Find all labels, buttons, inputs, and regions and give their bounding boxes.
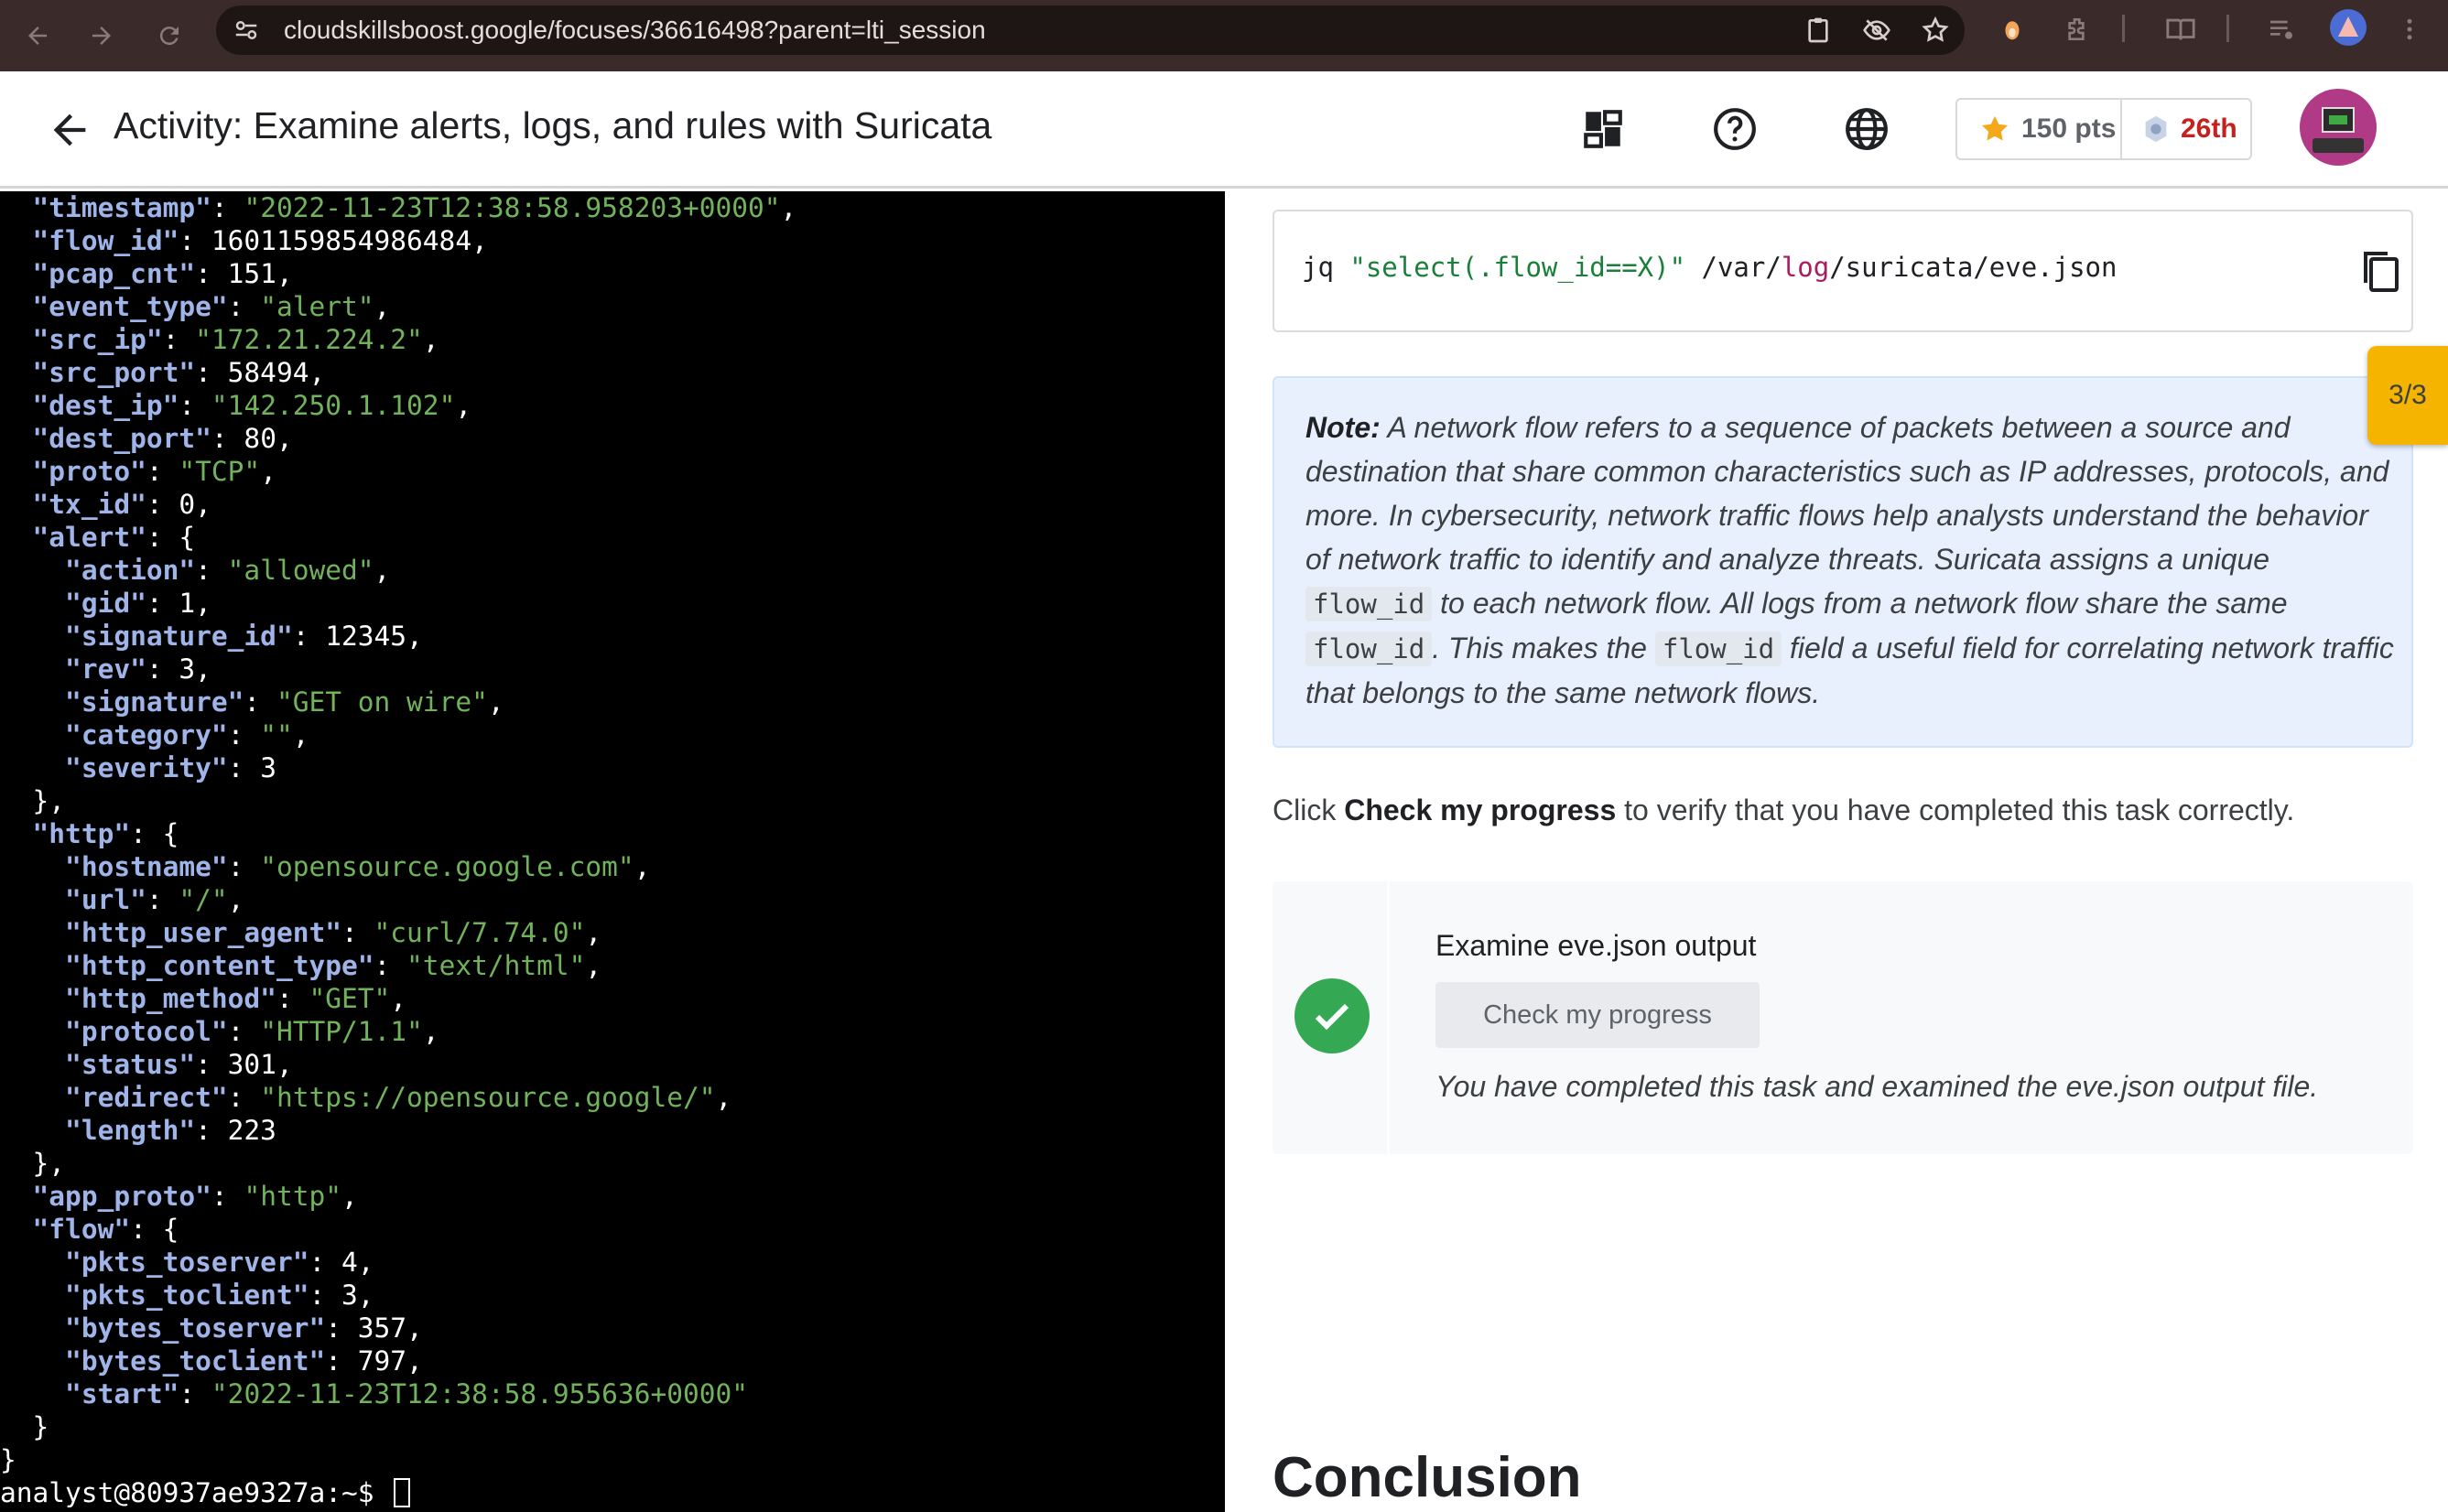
step-counter-tab[interactable]: 3/3 (2367, 346, 2448, 445)
terminal-line: "status": 301, (32, 1049, 293, 1080)
points-text: 150 pts (2021, 113, 2117, 144)
terminal-line: "timestamp": "2022-11-23T12:38:58.958203… (32, 192, 797, 223)
terminal-line: "category": "", (32, 719, 309, 751)
inline-code: flow_id (1305, 632, 1433, 666)
terminal-line: "pkts_toclient": 3, (32, 1280, 374, 1311)
points-display: 150 pts (1957, 100, 2122, 158)
terminal-line: "protocol": "HTTP/1.1", (32, 1016, 439, 1047)
terminal-line: }, (32, 1148, 66, 1179)
terminal-line: "bytes_toserver": 357, (32, 1312, 423, 1344)
terminal-line: "url": "/", (32, 884, 244, 915)
forward-icon[interactable] (79, 13, 125, 59)
progress-task-card: Examine eve.json output Check my progres… (1273, 881, 2413, 1154)
terminal-line: "http_user_agent": "curl/7.74.0", (32, 917, 602, 948)
reload-icon[interactable] (146, 13, 192, 59)
terminal-line: "http": { (32, 818, 179, 849)
kebab-menu-icon[interactable] (2393, 13, 2426, 46)
section-heading-conclusion: Conclusion (1273, 1446, 1582, 1509)
rank-text: 26th (2181, 113, 2237, 144)
terminal-line: "http_method": "GET", (32, 983, 407, 1014)
user-avatar[interactable] (2300, 89, 2377, 166)
terminal-line: "alert": { (32, 522, 196, 553)
points-rank-widget[interactable]: 150 pts 26th (1955, 98, 2252, 160)
terminal-line: "severity": 3 (32, 752, 276, 783)
task-title: Examine eve.json output (1435, 929, 1757, 962)
terminal-line: "src_port": 58494, (32, 357, 326, 388)
terminal-line: "proto": "TCP", (32, 456, 276, 487)
bookmark-star-icon[interactable] (1921, 16, 1950, 45)
terminal-line: "app_proto": "http", (32, 1181, 358, 1212)
rank-display: 26th (2122, 100, 2250, 158)
task-completion-message: You have completed this task and examine… (1435, 1070, 2319, 1103)
instruction-text: Click Check my progress to verify that y… (1273, 794, 2295, 826)
terminal-line: "hostname": "opensource.google.com", (32, 851, 651, 882)
checkmark-icon (1294, 978, 1370, 1053)
terminal-line: "flow_id": 1601159854986484, (32, 225, 488, 256)
terminal-line: } (0, 1444, 16, 1475)
page-title: Activity: Examine alerts, logs, and rule… (114, 104, 992, 146)
address-bar[interactable]: cloudskillsboost.google/focuses/36616498… (216, 5, 1965, 55)
terminal-line: }, (32, 785, 66, 816)
media-queue-icon[interactable] (2265, 13, 2298, 46)
terminal-line: "length": 223 (32, 1115, 276, 1146)
back-icon[interactable] (15, 13, 60, 59)
help-icon[interactable] (1712, 106, 1758, 152)
terminal-line: "redirect": "https://opensource.google/"… (32, 1082, 732, 1113)
terminal-line: "dest_port": 80, (32, 423, 293, 454)
terminal-line: "action": "allowed", (32, 555, 391, 586)
inline-code: flow_id (1654, 632, 1782, 666)
language-globe-icon[interactable] (1844, 106, 1890, 152)
terminal-line: "rev": 3, (32, 653, 211, 685)
note-callout: Note: A network flow refers to a sequenc… (1273, 376, 2413, 748)
toolbar-divider (2122, 15, 2125, 42)
terminal-line: "pcap_cnt": 151, (32, 258, 293, 289)
dashboard-icon[interactable] (1580, 106, 1626, 152)
check-progress-button[interactable]: Check my progress (1435, 982, 1760, 1048)
url-text[interactable]: cloudskillsboost.google/focuses/36616498… (284, 5, 986, 55)
terminal-line: } (32, 1411, 49, 1442)
star-icon (1981, 115, 2009, 141)
terminal-line: "start": "2022-11-23T12:38:58.955636+000… (32, 1378, 749, 1409)
browser-profile-icon[interactable] (2330, 9, 2367, 46)
browser-toolbar: cloudskillsboost.google/focuses/36616498… (0, 0, 2448, 71)
site-settings-icon[interactable] (233, 16, 260, 44)
lab-instructions-pane: jq "select(.flow_id==X)" /var/log/surica… (1225, 191, 2448, 1512)
terminal-line: "flow": { (32, 1214, 179, 1245)
task-status-column (1273, 881, 1390, 1154)
toolbar-divider (2226, 15, 2229, 42)
terminal-line: "http_content_type": "text/html", (32, 950, 602, 981)
terminal-line: "dest_ip": "142.250.1.102", (32, 390, 472, 421)
copy-icon[interactable] (2358, 248, 2402, 296)
inline-code: flow_id (1305, 587, 1433, 621)
code-block: jq "select(.flow_id==X)" /var/log/surica… (1273, 210, 2413, 332)
terminal-line: "src_ip": "172.21.224.2", (32, 324, 439, 355)
command-text: jq "select(.flow_id==X)" /var/log/surica… (1302, 252, 2118, 283)
reading-mode-icon[interactable] (2164, 13, 2197, 46)
terminal-line: "event_type": "alert", (32, 291, 391, 322)
terminal-line: "signature_id": 12345, (32, 621, 423, 652)
extension-fire-icon[interactable] (1996, 13, 2029, 46)
terminal-line: "bytes_toclient": 797, (32, 1345, 423, 1377)
eye-off-icon[interactable] (1862, 16, 1891, 45)
clipboard-icon[interactable] (1804, 16, 1833, 45)
back-arrow-icon[interactable] (46, 106, 93, 154)
terminal-output: "timestamp": "2022-11-23T12:38:58.958203… (0, 191, 796, 1509)
terminal-line: "signature": "GET on wire", (32, 686, 504, 718)
app-header: Activity: Examine alerts, logs, and rule… (0, 71, 2448, 189)
league-badge-icon (2145, 115, 2167, 143)
terminal-line: "pkts_toserver": 4, (32, 1247, 374, 1278)
extensions-puzzle-icon[interactable] (2062, 13, 2095, 46)
note-text: Note: A network flow refers to a sequenc… (1305, 411, 2394, 709)
terminal-line: "gid": 1, (32, 588, 211, 619)
terminal-pane[interactable]: "timestamp": "2022-11-23T12:38:58.958203… (0, 191, 1225, 1512)
terminal-line: "tx_id": 0, (32, 489, 211, 520)
terminal-cursor (394, 1478, 411, 1507)
terminal-prompt[interactable]: analyst@80937ae9327a:~$ (0, 1476, 796, 1509)
